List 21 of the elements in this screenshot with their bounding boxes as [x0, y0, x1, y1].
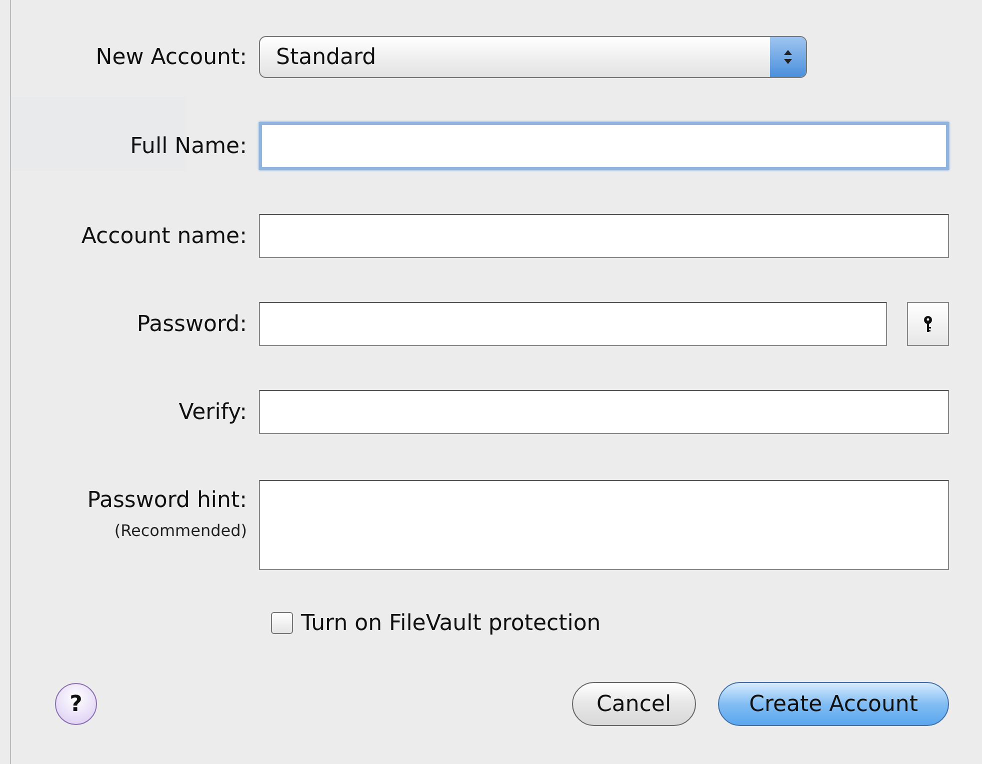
field-label: Verify:: [178, 400, 248, 424]
help-button[interactable]: ?: [55, 683, 97, 725]
key-icon: [923, 315, 933, 333]
field-label: Password hint:: [87, 488, 247, 513]
account-type-popup[interactable]: Standard: [259, 36, 807, 78]
field-label: New Account:: [94, 44, 248, 70]
input-field[interactable]: [259, 214, 949, 258]
field-label: Account name:: [80, 224, 248, 248]
hint-field[interactable]: [259, 480, 949, 570]
cancel-button[interactable]: Cancel: [572, 682, 696, 726]
input-field[interactable]: [259, 122, 949, 170]
key-button[interactable]: [907, 302, 949, 346]
field-hint: (Recommended): [114, 521, 247, 540]
create-account-button[interactable]: Create Account: [718, 682, 949, 726]
input-field[interactable]: [259, 390, 949, 434]
checkbox-label[interactable]: Turn on FileVault protection: [301, 610, 601, 636]
up-down-arrows-icon[interactable]: [770, 37, 806, 77]
input-field[interactable]: [259, 302, 887, 346]
field-label: Password:: [136, 312, 248, 336]
field-label: Full Name:: [129, 134, 248, 158]
checkbox[interactable]: [271, 612, 293, 634]
